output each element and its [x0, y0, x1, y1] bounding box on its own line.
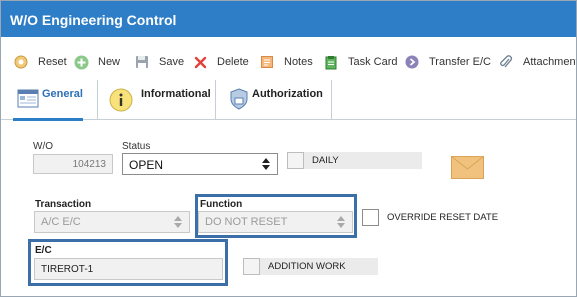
arrow-right-circle-icon [404, 54, 420, 70]
delete-button[interactable]: Delete [192, 54, 249, 70]
shield-icon [229, 88, 249, 113]
transaction-value: A/C E/C [41, 216, 81, 228]
new-label: New [98, 56, 121, 68]
red-x-icon [192, 54, 208, 70]
reset-icon [13, 54, 29, 70]
status-select[interactable]: OPEN [122, 153, 278, 175]
override-reset-date-checkbox[interactable] [362, 209, 379, 226]
daily-label: DAILY [304, 152, 422, 169]
paperclip-icon [498, 54, 514, 70]
tab-informational[interactable]: Informational [109, 80, 211, 120]
window-title: W/O Engineering Control [1, 1, 576, 37]
floppy-disk-icon [134, 54, 150, 70]
general-tab-icon [17, 88, 39, 113]
addition-work-checkbox[interactable] [243, 258, 260, 275]
info-icon [109, 88, 133, 115]
addition-work-label: ADDITION WORK [260, 258, 378, 275]
status-value: OPEN [129, 158, 164, 172]
transaction-select[interactable]: A/C E/C [34, 211, 190, 233]
wo-label: W/O [33, 141, 53, 152]
toolbar: Reset New Save Delete Notes Task Card Tr… [1, 48, 577, 78]
window-frame: W/O Engineering Control Reset New Save D… [0, 0, 577, 297]
function-label: Function [200, 199, 243, 210]
save-label: Save [159, 56, 185, 68]
new-button[interactable]: New [73, 54, 120, 70]
reset-label: Reset [38, 56, 67, 68]
notes-label: Notes [284, 56, 313, 68]
wo-field[interactable]: 104213 [33, 154, 113, 174]
notes-button[interactable]: Notes [259, 54, 313, 70]
tab-authorization-label: Authorization [252, 88, 323, 100]
transfer-ec-button[interactable]: Transfer E/C [404, 54, 491, 70]
save-button[interactable]: Save [134, 54, 184, 70]
attachment-button[interactable]: Attachment [498, 54, 577, 70]
delete-label: Delete [217, 56, 249, 68]
status-label: Status [122, 141, 151, 152]
plus-circle-icon [73, 54, 89, 70]
tab-divider [215, 80, 216, 120]
task-card-button[interactable]: Task Card [323, 54, 398, 70]
select-arrows-icon [174, 216, 182, 228]
ec-label: E/C [35, 245, 52, 256]
tab-general[interactable]: General [17, 80, 83, 120]
clipboard-icon [323, 54, 339, 70]
tab-divider [331, 80, 332, 120]
task-card-label: Task Card [348, 56, 398, 68]
override-reset-date-label: OVERRIDE RESET DATE [387, 212, 499, 223]
ec-field[interactable]: TIREROT-1 [34, 258, 223, 280]
envelope-icon[interactable] [451, 156, 484, 179]
tab-informational-label: Informational [141, 88, 211, 100]
function-value: DO NOT RESET [205, 216, 288, 228]
tab-divider [97, 80, 98, 120]
reset-button[interactable]: Reset [13, 54, 67, 70]
attachment-label: Attachment [523, 56, 577, 68]
transaction-label: Transaction [35, 199, 92, 210]
notepad-icon [259, 54, 275, 70]
function-select[interactable]: DO NOT RESET [198, 211, 353, 233]
daily-checkbox[interactable] [287, 152, 304, 169]
tab-general-label: General [42, 88, 83, 100]
select-arrows-icon [262, 158, 270, 170]
select-arrows-icon [337, 216, 345, 228]
tab-authorization[interactable]: Authorization [229, 80, 323, 120]
transfer-ec-label: Transfer E/C [429, 56, 491, 68]
tab-bar: General Informational Authorization [1, 80, 576, 121]
active-tab-indicator [13, 118, 83, 121]
